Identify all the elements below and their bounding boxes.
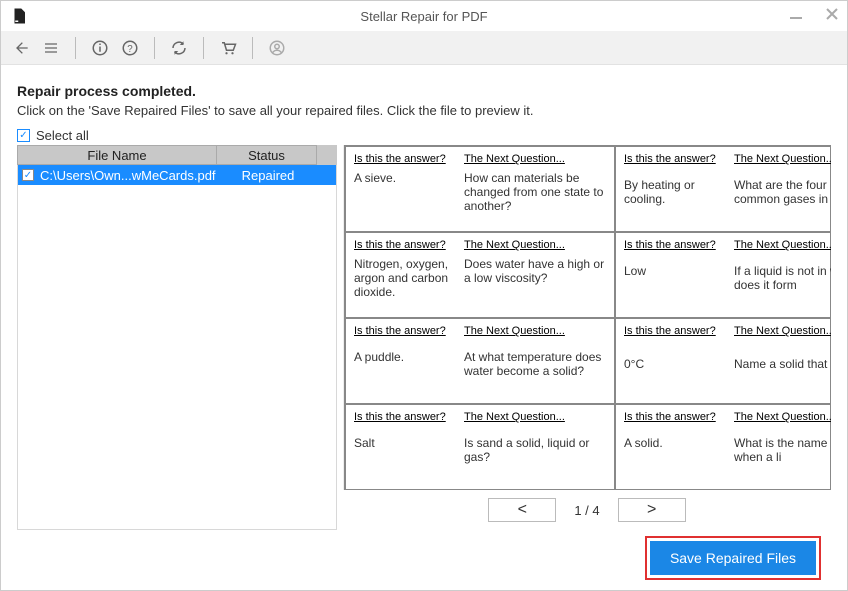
card-answer: Nitrogen, oxygen, argon and carbon dioxi… [354,257,454,301]
card-answer: A puddle. [354,350,454,387]
help-icon[interactable]: ? [120,38,140,58]
preview-card: Is this the answer? The Next Question... A… [345,146,615,232]
select-all-label: Select all [36,128,89,143]
user-icon[interactable] [267,38,287,58]
separator [154,37,155,59]
card-question: Is sand a solid, liquid or gas? [464,436,606,473]
menu-icon[interactable] [41,38,61,58]
question-header: The Next Question... [464,153,606,167]
save-repaired-files-button[interactable]: Save Repaired Files [650,541,816,575]
card-question: What are the four common gases in [734,178,831,215]
table-row[interactable]: ✓ C:\Users\Own...wMeCards.pdf Repaired [18,165,336,185]
row-status: Repaired [218,168,318,183]
card-question: Does water have a high or a low viscosit… [464,257,606,301]
back-icon[interactable] [11,38,31,58]
card-answer: A sieve. [354,171,454,215]
page-counter: 1 / 4 [574,503,599,518]
row-filename: C:\Users\Own...wMeCards.pdf [38,168,218,183]
card-question: If a liquid is not in what does it form [734,264,831,301]
pdf-page-preview: Is this the answer? The Next Question... A… [344,145,831,490]
card-question: At what temperature does water become a … [464,350,606,387]
page-heading: Repair process completed. [17,83,831,99]
next-page-button[interactable]: > [618,498,686,522]
answer-header: Is this the answer? [624,239,724,260]
minimize-button[interactable] [787,5,805,23]
preview-card: Is this the answer? The Next Question... L… [615,232,831,318]
preview-card: Is this the answer? The Next Question... B… [615,146,831,232]
answer-header: Is this the answer? [624,153,724,174]
preview-card: Is this the answer? The Next Question... N… [345,232,615,318]
card-question: What is the name process when a li [734,436,831,473]
preview-scroll[interactable]: Is this the answer? The Next Question... A… [343,145,831,490]
answer-header: Is this the answer? [354,411,454,432]
close-button[interactable] [823,5,841,23]
card-answer: Low [624,264,724,301]
svg-text:?: ? [127,43,133,54]
toolbar: ? [1,31,847,65]
question-header: The Next Question... [734,239,831,260]
question-header: The Next Question... [464,239,606,253]
separator [203,37,204,59]
preview-card: Is this the answer? The Next Question... A… [615,404,831,490]
card-answer: Salt [354,436,454,473]
answer-header: Is this the answer? [354,325,454,346]
separator [252,37,253,59]
question-header: The Next Question... [734,325,831,353]
answer-header: Is this the answer? [624,411,724,432]
question-header: The Next Question... [734,411,831,432]
preview-card: Is this the answer? The Next Question... A… [345,318,615,404]
col-status[interactable]: Status [217,145,317,165]
card-answer: A solid. [624,436,724,473]
card-question: How can materials be changed from one st… [464,171,606,215]
app-window: Stellar Repair for PDF ? [0,0,848,591]
titlebar: Stellar Repair for PDF [1,1,847,31]
preview-card: Is this the answer? The Next Question... S… [345,404,615,490]
answer-header: Is this the answer? [624,325,724,353]
card-question: Name a solid that poured. [734,357,831,387]
preview-card: Is this the answer? The Next Question... 0… [615,318,831,404]
table-header: File Name Status [17,145,337,165]
refresh-icon[interactable] [169,38,189,58]
card-answer: 0°C [624,357,724,387]
app-logo-icon [9,6,29,26]
row-checkbox[interactable]: ✓ [18,169,38,181]
page-subtext: Click on the 'Save Repaired Files' to sa… [17,103,831,118]
answer-header: Is this the answer? [354,153,454,167]
info-icon[interactable] [90,38,110,58]
answer-header: Is this the answer? [354,239,454,253]
col-filename[interactable]: File Name [17,145,217,165]
save-button-highlight: Save Repaired Files [645,536,821,580]
preview-pane: Is this the answer? The Next Question... A… [343,145,831,530]
separator [75,37,76,59]
file-list-pane: File Name Status ✓ C:\Users\Own...wMeCar… [17,145,337,530]
question-header: The Next Question... [734,153,831,174]
select-all-checkbox[interactable]: ✓ [17,129,30,142]
cart-icon[interactable] [218,38,238,58]
card-answer: By heating or cooling. [624,178,724,215]
question-header: The Next Question... [464,411,606,432]
prev-page-button[interactable]: < [488,498,556,522]
question-header: The Next Question... [464,325,606,346]
app-title: Stellar Repair for PDF [1,9,847,24]
